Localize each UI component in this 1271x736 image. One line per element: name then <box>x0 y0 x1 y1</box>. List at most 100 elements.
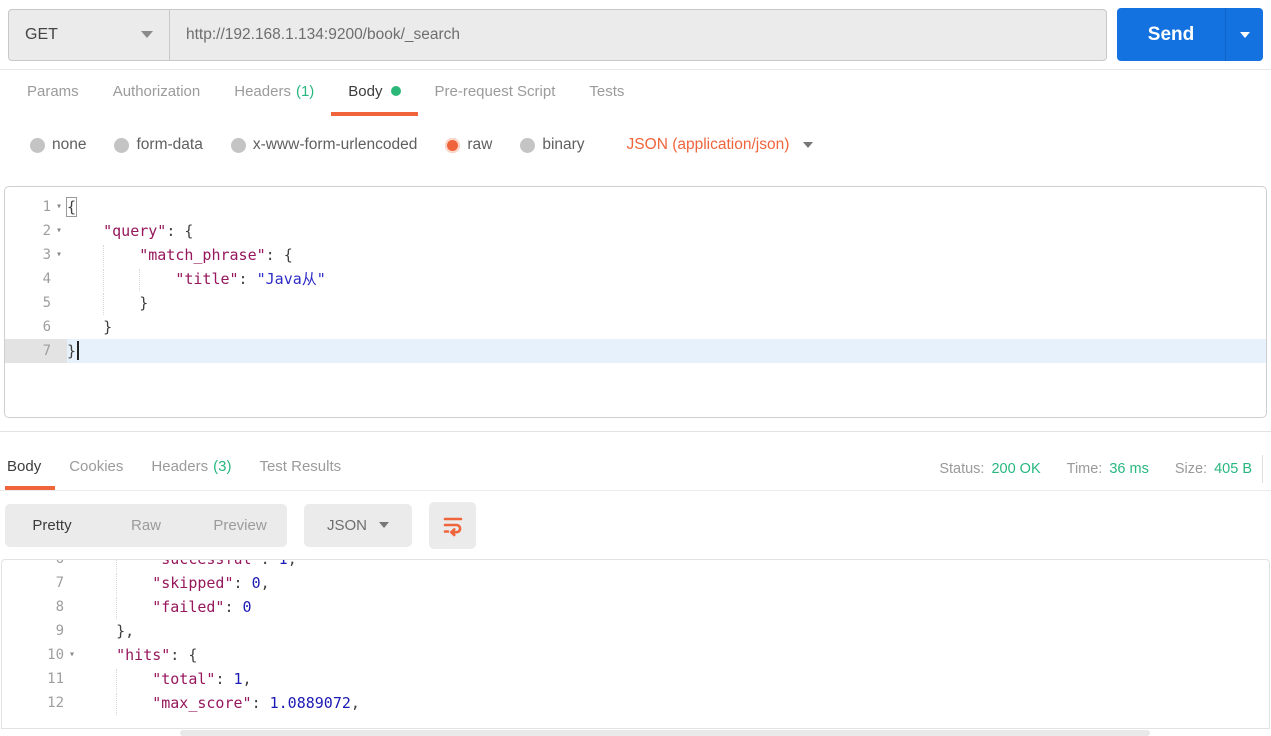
code-text: "max_score": 1.0889072, <box>80 691 1269 715</box>
view-toggle-pretty[interactable]: Pretty <box>5 503 99 547</box>
code-text: "match_phrase": { <box>67 243 1266 267</box>
tab-cookies[interactable]: Cookies <box>55 447 137 490</box>
line-number-text: 11 <box>47 671 64 687</box>
indent-guide <box>116 669 152 691</box>
request-tabs: Params Authorization Headers (1) Body Pre-req… <box>0 70 1271 116</box>
tab-label: Params <box>27 82 79 100</box>
wrap-lines-button[interactable] <box>429 501 476 549</box>
line-number: 10 ▾ <box>2 643 80 667</box>
line-number-text: 6 <box>55 559 64 567</box>
indent-guide <box>116 693 152 715</box>
token: 1 <box>278 559 288 568</box>
code-line[interactable]: 2 ▾ "query": { <box>5 219 1266 243</box>
code-line[interactable]: 7 "skipped": 0, <box>2 571 1269 595</box>
indent-guide <box>67 293 103 315</box>
code-line[interactable]: 4 "title": "Java从" <box>5 267 1266 291</box>
indent-guide <box>80 621 116 643</box>
token: "title" <box>175 270 239 288</box>
status-badge: 200 OK <box>991 460 1041 477</box>
format-select[interactable]: JSON <box>304 503 412 547</box>
content-type-select[interactable]: JSON (application/json) <box>627 136 814 154</box>
code-line[interactable]: 3 ▾ "match_phrase": { <box>5 243 1266 267</box>
view-toggle-group: Pretty Raw Preview <box>5 503 287 547</box>
code-text: } <box>67 291 1266 315</box>
code-line[interactable]: 6 "successful": 1, <box>2 559 1269 571</box>
line-number: 9 <box>2 619 80 643</box>
tab-params[interactable]: Params <box>10 70 96 116</box>
tab-pre-request-script[interactable]: Pre-request Script <box>418 70 573 116</box>
indent-guide <box>80 693 116 715</box>
token: "max_score" <box>152 694 252 712</box>
code-line[interactable]: 11 "total": 1, <box>2 667 1269 691</box>
tab-body[interactable]: Body <box>331 70 418 116</box>
token: : <box>224 598 243 616</box>
line-number-text: 7 <box>42 343 51 359</box>
radio-binary[interactable]: binary <box>520 136 585 154</box>
view-toggle-preview[interactable]: Preview <box>193 503 287 547</box>
tab-count-badge: (1) <box>295 82 315 100</box>
send-button[interactable]: Send <box>1117 8 1225 61</box>
line-number-text: 1 <box>42 199 51 215</box>
indent-guide <box>139 269 175 291</box>
tab-authorization[interactable]: Authorization <box>96 70 218 116</box>
token: 1.0889072 <box>269 694 351 712</box>
tab-label: Body <box>348 82 383 100</box>
code-line[interactable]: 1 ▾{ <box>5 195 1266 219</box>
radio-x-www-form-urlencoded[interactable]: x-www-form-urlencoded <box>230 136 418 154</box>
token: "failed" <box>152 598 225 616</box>
tab-body[interactable]: Body <box>5 447 56 490</box>
response-body-editor[interactable]: 6 "successful": 1, 7 "skipped": 0, 8 "failed"… <box>1 559 1270 729</box>
fold-caret-icon[interactable]: ▾ <box>64 643 80 667</box>
url-input[interactable] <box>186 25 1090 44</box>
fold-caret-icon[interactable]: ▾ <box>51 243 67 267</box>
tab-label: Body <box>7 458 42 475</box>
send-options-button[interactable] <box>1225 8 1263 61</box>
tab-tests[interactable]: Tests <box>572 70 641 116</box>
radio-circle-icon <box>445 137 461 153</box>
chevron-down-icon <box>379 522 389 528</box>
radio-form-data[interactable]: form-data <box>114 136 203 154</box>
fold-caret-icon[interactable]: ▾ <box>51 195 67 219</box>
h-scrollbar-thumb[interactable] <box>180 730 1150 736</box>
code-line[interactable]: 12 "max_score": 1.0889072, <box>2 691 1269 715</box>
code-line[interactable]: 8 "failed": 0 <box>2 595 1269 619</box>
h-scrollbar[interactable] <box>0 729 1271 736</box>
tab-count-badge: (3) <box>213 458 232 475</box>
request-body-editor[interactable]: 1 ▾{2 ▾ "query": {3 ▾ "match_phrase": {4 "titl… <box>4 186 1267 418</box>
method-select[interactable]: GET <box>8 8 170 61</box>
code-line[interactable]: 10 ▾ "hits": { <box>2 643 1269 667</box>
view-toggle-raw[interactable]: Raw <box>99 503 193 547</box>
token: , <box>242 670 252 688</box>
response-tabs: Body Cookies Headers (3) Test Results <box>5 447 355 490</box>
token: 0 <box>251 574 261 592</box>
line-number: 4 <box>5 267 67 291</box>
tab-label: Headers <box>234 82 291 100</box>
fold-caret-icon[interactable]: ▾ <box>51 219 67 243</box>
tab-label: Headers <box>151 458 209 475</box>
code-line[interactable]: 9}, <box>2 619 1269 643</box>
line-number-text: 7 <box>55 575 64 591</box>
radio-raw[interactable]: raw <box>445 136 492 154</box>
code-line[interactable]: 5} <box>5 291 1266 315</box>
token: : <box>251 694 270 712</box>
line-number: 6 <box>2 559 80 571</box>
line-number: 11 <box>2 667 80 691</box>
radio-label: binary <box>542 136 585 153</box>
radio-label: x-www-form-urlencoded <box>252 136 418 153</box>
indent-guide <box>80 573 116 595</box>
tab-headers[interactable]: Headers (1) <box>217 70 331 116</box>
token: : <box>215 670 234 688</box>
method-label: GET <box>25 25 58 43</box>
line-number: 8 <box>2 595 80 619</box>
line-number-text: 3 <box>42 247 51 263</box>
token: , <box>287 559 297 568</box>
code-text: { <box>65 195 1266 219</box>
token: "query" <box>103 222 167 240</box>
tab-test-results[interactable]: Test Results <box>245 447 355 490</box>
code-line[interactable]: 6} <box>5 315 1266 339</box>
token: } <box>103 318 113 336</box>
tab-headers[interactable]: Headers (3) <box>137 447 245 490</box>
radio-none[interactable]: none <box>30 136 86 154</box>
code-line[interactable]: 7} <box>5 339 1266 363</box>
line-number: 2 ▾ <box>5 219 67 243</box>
